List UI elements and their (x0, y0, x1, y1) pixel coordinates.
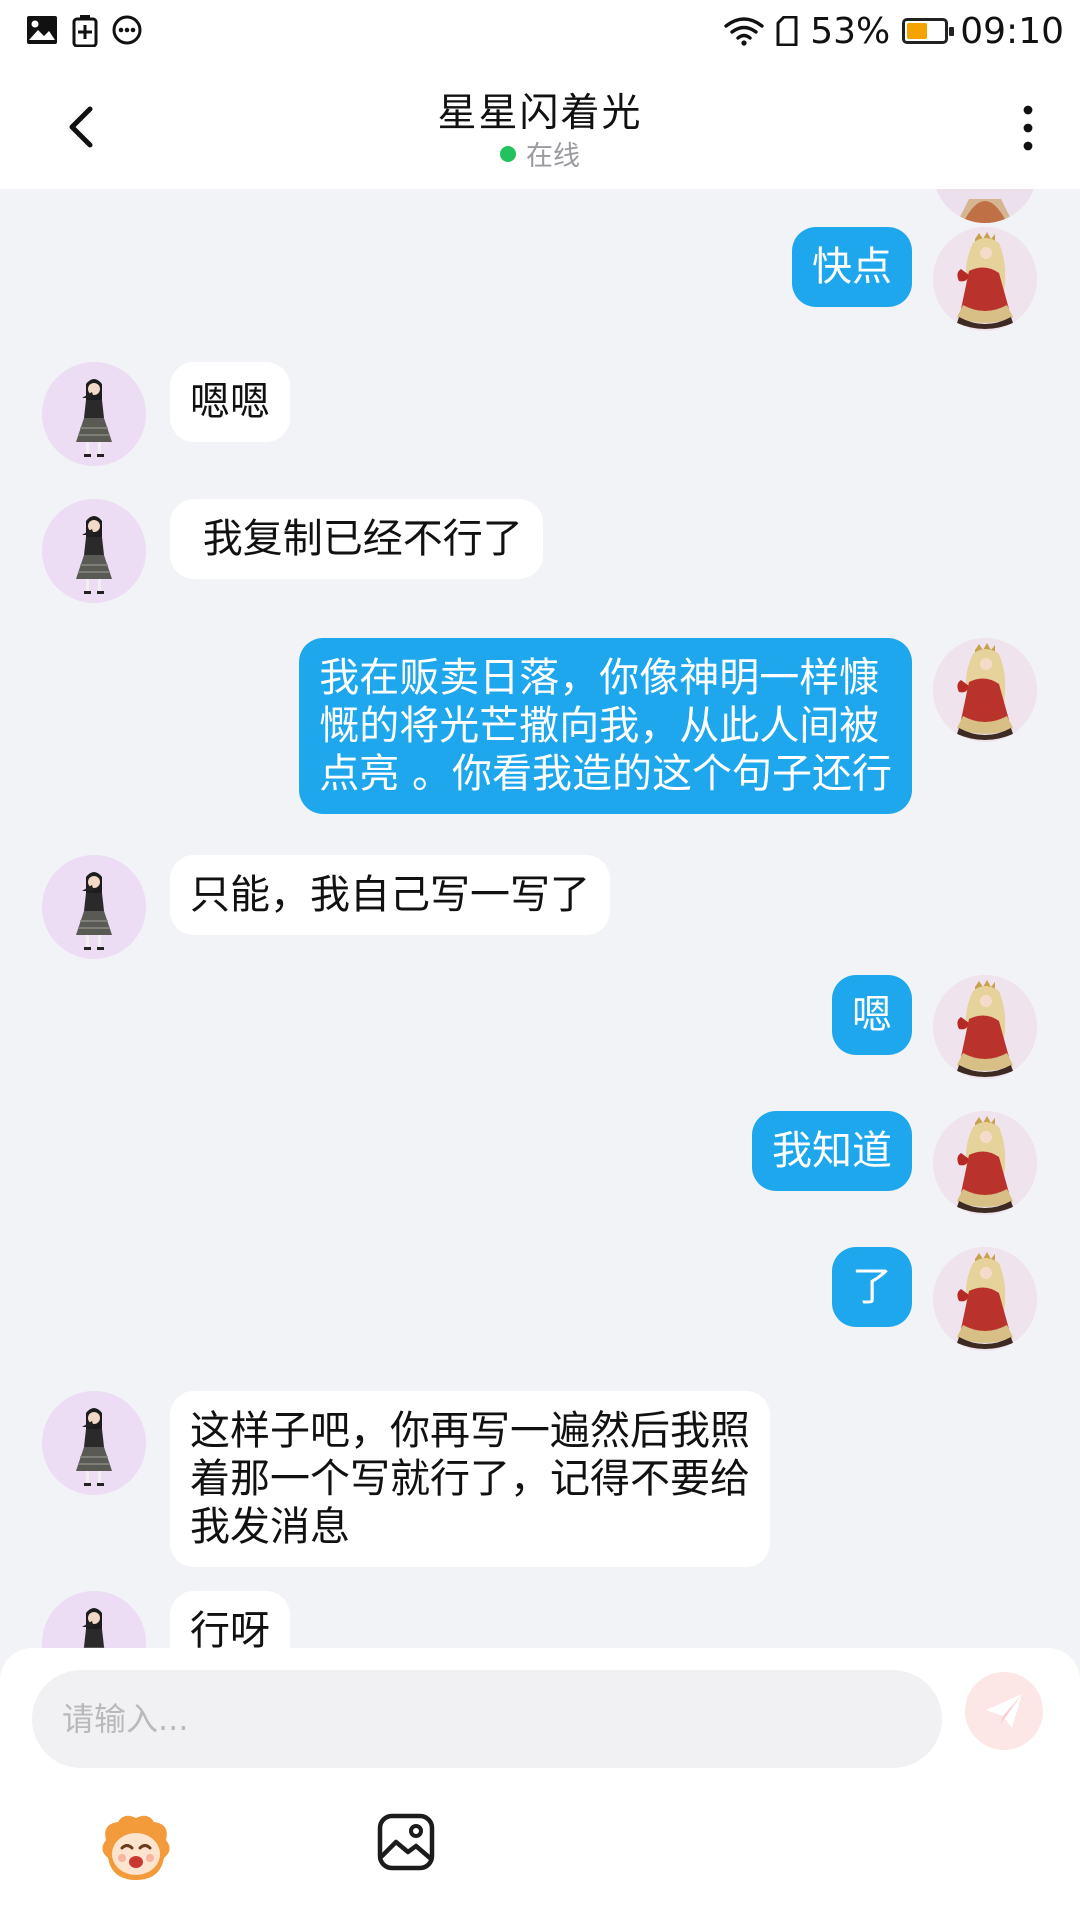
message-bubble[interactable]: 嗯嗯 (170, 362, 290, 442)
avatar-self[interactable] (933, 1247, 1037, 1351)
image-picker-button[interactable] (376, 1812, 436, 1872)
avatar-contact[interactable] (42, 855, 146, 959)
avatar-self[interactable] (933, 1111, 1037, 1215)
message-text-line: 点亮 。你看我造的这个句子还行 (319, 751, 892, 797)
avatar-self[interactable] (933, 638, 1037, 742)
message-list[interactable]: 快点 嗯嗯 我复制已经不行了 我在贩卖日落，你像神明一样慷 慨的将光芒撒向我，从… (0, 189, 1080, 1649)
wifi-icon (724, 17, 764, 46)
avatar-contact[interactable] (42, 362, 146, 466)
battery-icon (902, 18, 955, 44)
more-options-button[interactable] (1014, 102, 1042, 154)
image-picker-icon (377, 1813, 435, 1871)
more-vertical-icon (1023, 105, 1033, 151)
message-text-line: 我发消息 (190, 1504, 350, 1550)
status-bar: 53% 09:10 (0, 0, 1080, 62)
battery-plus-icon (72, 15, 98, 47)
status-bar-right: 53% 09:10 (724, 8, 1064, 54)
message-text-line: 了 (852, 1264, 892, 1310)
message-bubble[interactable]: 这样子吧，你再写一遍然后我照 着那一个写就行了，记得不要给 我发消息 (170, 1391, 770, 1567)
avatar-self[interactable] (933, 227, 1037, 331)
send-icon (986, 1694, 1022, 1728)
message-composer (0, 1648, 1080, 1920)
avatar-self[interactable] (933, 975, 1037, 1079)
avatar-contact[interactable] (42, 499, 146, 603)
online-dot-icon (500, 145, 516, 162)
status-time: 09:10 (960, 10, 1064, 52)
message-text-line: 我知道 (772, 1128, 892, 1174)
message-text-line: 慨的将光芒撒向我，从此人间被 (319, 703, 880, 749)
message-bubble[interactable]: 我复制已经不行了 (170, 499, 543, 579)
message-bubble[interactable]: 了 (832, 1247, 912, 1327)
presence-status: 在线 (0, 134, 1080, 173)
emoji-sticker-button[interactable] (98, 1810, 174, 1886)
message-text-line: 嗯嗯 (190, 379, 270, 425)
more-circle-icon (112, 15, 142, 45)
message-bubble[interactable]: 我在贩卖日落，你像神明一样慷 慨的将光芒撒向我，从此人间被 点亮 。你看我造的这个句… (299, 638, 912, 814)
avatar-contact[interactable] (42, 1391, 146, 1495)
send-button[interactable] (965, 1672, 1043, 1750)
message-text-line: 这样子吧，你再写一遍然后我照 (190, 1408, 750, 1454)
message-text-line: 我在贩卖日落，你像神明一样慷 (319, 655, 880, 701)
message-text-line: 我复制已经不行了 (190, 516, 523, 562)
message-text-line: 行呀 (190, 1608, 270, 1649)
battery-percent: 53% (810, 10, 891, 52)
message-text-line: 只能，我自己写一写了 (190, 872, 590, 918)
image-icon (27, 16, 57, 44)
message-bubble[interactable]: 行呀 (170, 1591, 290, 1649)
message-bubble[interactable]: 嗯 (832, 975, 912, 1055)
sim-card-icon (776, 16, 798, 46)
message-bubble[interactable]: 我知道 (752, 1111, 912, 1191)
message-text-line: 快点 (812, 244, 892, 290)
battery-level-fill (907, 23, 928, 39)
emoji-sticker-icon (102, 1815, 170, 1880)
message-text-line: 嗯 (852, 992, 892, 1038)
message-input[interactable] (32, 1670, 942, 1768)
message-bubble[interactable]: 快点 (792, 227, 912, 307)
status-bar-left-icons (26, 15, 142, 47)
message-text-line: 着那一个写就行了，记得不要给 (190, 1456, 750, 1502)
chat-title: 星星闪着光 (437, 91, 643, 136)
presence-label: 在线 (526, 141, 580, 172)
avatar-self-partial (933, 189, 1037, 223)
chat-header: 星星闪着光 在线 (0, 62, 1080, 189)
avatar-contact[interactable] (42, 1591, 146, 1649)
message-bubble[interactable]: 只能，我自己写一写了 (170, 855, 610, 935)
